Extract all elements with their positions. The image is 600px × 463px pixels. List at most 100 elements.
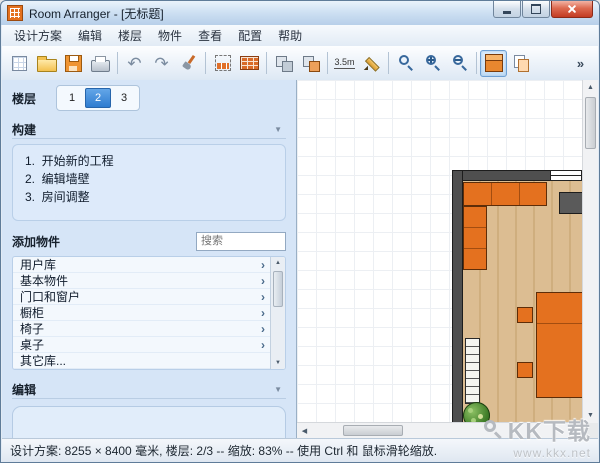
floor-tab-1[interactable]: 1 xyxy=(59,88,85,108)
maximize-button[interactable] xyxy=(522,1,550,18)
toolbar-separator xyxy=(205,52,206,74)
print-button[interactable] xyxy=(87,50,114,77)
open-button[interactable] xyxy=(33,50,60,77)
floor-selector: 楼层 1 2 3 xyxy=(12,86,286,110)
chair-object[interactable] xyxy=(517,362,533,378)
scroll-left-icon[interactable]: ◀ xyxy=(297,423,312,438)
toolbar-separator xyxy=(388,52,389,74)
shelf-ladder-object[interactable] xyxy=(465,338,480,404)
corner-sofa-vertical[interactable] xyxy=(463,206,487,270)
collapse-arrow-icon[interactable]: ▼ xyxy=(270,383,286,396)
draw-walls-button[interactable] xyxy=(236,50,263,77)
toolbar-overflow-button[interactable]: » xyxy=(567,50,594,77)
library-label: 门口和窗户 xyxy=(20,288,80,305)
library-row-cabinets[interactable]: 橱柜 › xyxy=(13,305,285,321)
redo-button[interactable]: ↷ xyxy=(148,50,175,77)
zoom-out-icon xyxy=(451,54,469,72)
menu-edit[interactable]: 编辑 xyxy=(70,25,110,46)
scroll-down-icon[interactable]: ▼ xyxy=(271,357,285,369)
app-icon xyxy=(7,5,23,21)
select-walls-button[interactable] xyxy=(209,50,236,77)
plan-viewport[interactable] xyxy=(297,80,583,423)
library-row-other[interactable]: 其它库... xyxy=(13,353,285,369)
search-input[interactable] xyxy=(196,232,286,251)
zoom-in-button[interactable] xyxy=(419,50,446,77)
undo-button[interactable]: ↶ xyxy=(121,50,148,77)
menu-floor[interactable]: 楼层 xyxy=(110,25,150,46)
floor-tab-3[interactable]: 3 xyxy=(111,88,137,108)
library-scrollbar[interactable]: ▲ ▼ xyxy=(270,257,285,369)
floor-label: 楼层 xyxy=(12,90,48,107)
library-label: 橱柜 xyxy=(20,304,44,321)
library-row-tables[interactable]: 桌子 › xyxy=(13,337,285,353)
build-step-3[interactable]: 3. 房间调整 xyxy=(25,188,273,206)
dimension-button[interactable]: 3.5m xyxy=(331,50,358,77)
window-symbol[interactable] xyxy=(550,170,582,181)
scrollbar-thumb[interactable] xyxy=(585,97,596,149)
objects-3d-button[interactable] xyxy=(297,50,324,77)
collapse-arrow-icon[interactable]: ▼ xyxy=(270,123,286,136)
build-step-2[interactable]: 2. 编辑墙壁 xyxy=(25,170,273,188)
chair-object[interactable] xyxy=(517,307,533,323)
wall-left[interactable] xyxy=(452,170,463,423)
copy-button[interactable] xyxy=(507,50,534,77)
menu-view[interactable]: 查看 xyxy=(190,25,230,46)
menu-object[interactable]: 物件 xyxy=(150,25,190,46)
room-3d-button[interactable] xyxy=(270,50,297,77)
new-button[interactable] xyxy=(6,50,33,77)
chevron-right-icon: › xyxy=(261,322,265,336)
horizontal-scrollbar[interactable]: ◀ ▶ xyxy=(297,422,583,438)
title-bar[interactable]: Room Arranger - [无标题] xyxy=(1,1,599,25)
brush-icon xyxy=(180,54,198,72)
plant-object[interactable] xyxy=(463,402,490,423)
chevron-right-icon: › xyxy=(261,258,265,272)
floor-tab-2[interactable]: 2 xyxy=(85,88,111,108)
zoom-out-button[interactable] xyxy=(446,50,473,77)
view-3d-button[interactable] xyxy=(480,50,507,77)
library-list: 用户库 › 基本物件 › 门口和窗户 › 橱柜 › 椅子 › xyxy=(12,256,286,370)
library-row-doors-windows[interactable]: 门口和窗户 › xyxy=(13,289,285,305)
save-button[interactable] xyxy=(60,50,87,77)
minimize-button[interactable] xyxy=(493,1,521,18)
plan-canvas[interactable]: ▲ ▼ ◀ ▶ xyxy=(296,80,598,438)
scroll-up-icon[interactable]: ▲ xyxy=(583,80,598,95)
floor-tabs: 1 2 3 xyxy=(56,85,140,111)
library-label: 椅子 xyxy=(20,320,44,337)
toolbar-separator xyxy=(327,52,328,74)
library-row-chairs[interactable]: 椅子 › xyxy=(13,321,285,337)
build-step-1[interactable]: 1. 开始新的工程 xyxy=(25,152,273,170)
menu-help[interactable]: 帮助 xyxy=(270,25,310,46)
edit-header-label: 编辑 xyxy=(12,381,36,398)
library-row-user[interactable]: 用户库 › xyxy=(13,257,285,273)
zoom-button[interactable] xyxy=(392,50,419,77)
table-object[interactable] xyxy=(536,292,583,398)
library-label: 基本物件 xyxy=(20,272,68,289)
toolbar-separator xyxy=(266,52,267,74)
menu-bar: 设计方案 编辑 楼层 物件 查看 配置 帮助 xyxy=(2,25,598,47)
draw-pen-button[interactable] xyxy=(358,50,385,77)
chevron-right-icon: › xyxy=(261,306,265,320)
scroll-up-icon[interactable]: ▲ xyxy=(271,257,285,269)
add-objects-label: 添加物件 xyxy=(12,233,60,250)
window-controls xyxy=(492,1,593,18)
objects-3d-icon xyxy=(302,55,320,72)
menu-config[interactable]: 配置 xyxy=(230,25,270,46)
cabinet-object[interactable] xyxy=(559,192,583,214)
magnifier-icon xyxy=(397,54,415,72)
scroll-right-icon[interactable]: ▶ xyxy=(568,423,583,438)
library-label: 用户库 xyxy=(20,256,56,273)
scrollbar-thumb[interactable] xyxy=(273,271,283,307)
build-section-header: 构建 ▼ xyxy=(12,120,286,139)
vertical-scrollbar[interactable]: ▲ ▼ xyxy=(582,80,598,423)
copy-icon xyxy=(512,54,530,72)
corner-sofa-horizontal[interactable] xyxy=(463,182,547,206)
scroll-down-icon[interactable]: ▼ xyxy=(583,408,598,423)
menu-design[interactable]: 设计方案 xyxy=(6,25,70,46)
library-row-basic[interactable]: 基本物件 › xyxy=(13,273,285,289)
close-button[interactable] xyxy=(551,1,593,18)
chevron-right-icon: › xyxy=(261,290,265,304)
library-label: 其它库... xyxy=(20,352,66,369)
toolbar: ↶ ↷ 3.5m » xyxy=(2,46,598,81)
format-brush-button[interactable] xyxy=(175,50,202,77)
scrollbar-thumb[interactable] xyxy=(343,425,403,436)
